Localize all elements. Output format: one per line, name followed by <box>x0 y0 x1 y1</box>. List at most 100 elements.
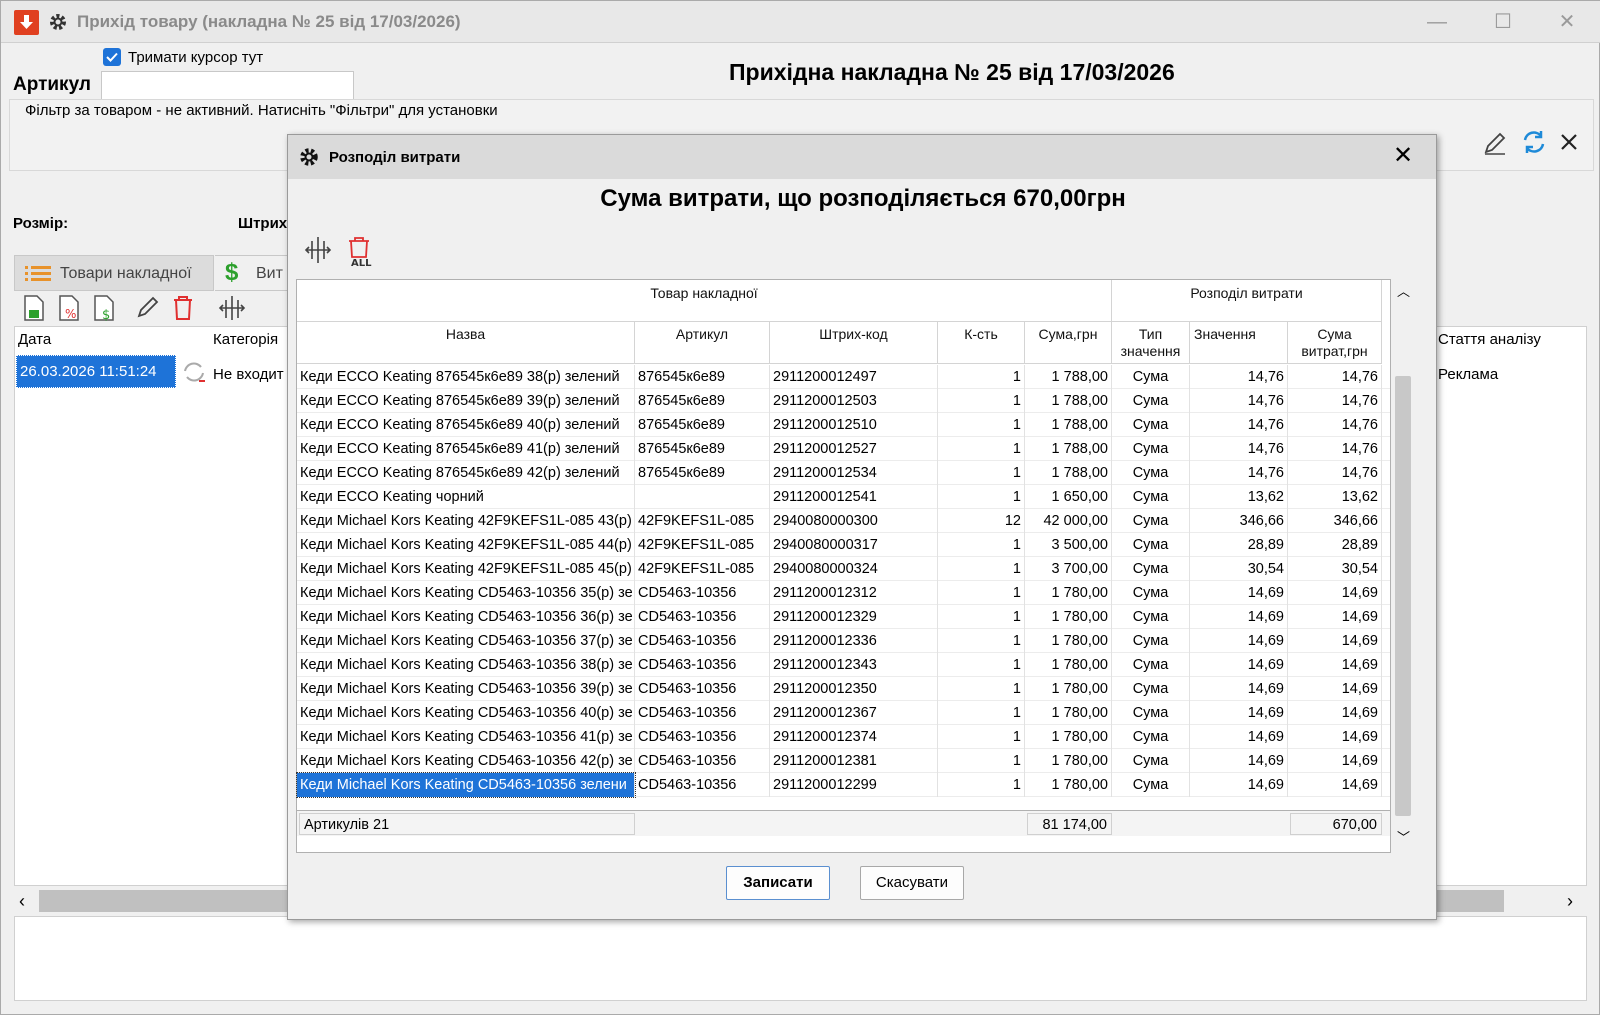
cell-cost[interactable]: 14,69 <box>1288 581 1382 605</box>
cell-sum[interactable]: 1 780,00 <box>1025 653 1112 677</box>
table-row[interactable]: Кеди Michael Kors Keating CD5463-10356 4… <box>297 725 1390 749</box>
col-header-barcode[interactable]: Штрих-код <box>770 322 938 364</box>
cell-name[interactable]: Кеди Michael Kors Keating CD5463-10356 3… <box>297 581 635 605</box>
table-row[interactable]: Кеди Michael Kors Keating CD5463-10356 3… <box>297 605 1390 629</box>
cell-sum[interactable]: 42 000,00 <box>1025 509 1112 533</box>
cell-artikul[interactable]: 42F9KEFS1L-085 <box>635 557 770 581</box>
cell-artikul[interactable]: 876545к6е89 <box>635 389 770 413</box>
cell-barcode[interactable]: 2911200012367 <box>770 701 938 725</box>
cell-artikul[interactable]: 42F9KEFS1L-085 <box>635 533 770 557</box>
cell-barcode[interactable]: 2911200012312 <box>770 581 938 605</box>
cell-qty[interactable]: 1 <box>938 773 1025 797</box>
cell-type[interactable]: Сума <box>1112 365 1190 389</box>
bg-row-analysis[interactable]: Реклама <box>1438 366 1498 383</box>
cell-name[interactable]: Кеди Michael Kors Keating CD5463-10356 4… <box>297 725 635 749</box>
cell-sum[interactable]: 1 788,00 <box>1025 365 1112 389</box>
cell-qty[interactable]: 1 <box>938 653 1025 677</box>
cell-barcode[interactable]: 2911200012350 <box>770 677 938 701</box>
cell-type[interactable]: Сума <box>1112 605 1190 629</box>
cell-qty[interactable]: 1 <box>938 533 1025 557</box>
cell-value[interactable]: 14,76 <box>1190 437 1288 461</box>
doc-percent-icon[interactable]: % <box>56 294 82 322</box>
scroll-down-icon[interactable]: ﹀ <box>1397 827 1410 846</box>
cell-cost[interactable]: 14,69 <box>1288 605 1382 629</box>
cell-qty[interactable]: 1 <box>938 557 1025 581</box>
cell-type[interactable]: Сума <box>1112 581 1190 605</box>
cell-value[interactable]: 14,69 <box>1190 677 1288 701</box>
scroll-right-icon[interactable]: › <box>1567 891 1573 912</box>
cell-sum[interactable]: 1 788,00 <box>1025 437 1112 461</box>
cell-name[interactable]: Кеди Michael Kors Keating CD5463-10356 3… <box>297 629 635 653</box>
cell-cost[interactable]: 346,66 <box>1288 509 1382 533</box>
table-row[interactable]: Кеди Michael Kors Keating 42F9KEFS1L-085… <box>297 509 1390 533</box>
cell-artikul[interactable]: 876545к6е89 <box>635 437 770 461</box>
cell-type[interactable]: Сума <box>1112 773 1190 797</box>
cell-name[interactable]: Кеди Michael Kors Keating CD5463-10356 з… <box>296 772 636 798</box>
table-row[interactable]: Кеди Michael Kors Keating CD5463-10356 3… <box>297 653 1390 677</box>
cell-cost[interactable]: 14,76 <box>1288 365 1382 389</box>
cell-name[interactable]: Кеди Michael Kors Keating CD5463-10356 3… <box>297 605 635 629</box>
cell-type[interactable]: Сума <box>1112 413 1190 437</box>
cell-cost[interactable]: 14,76 <box>1288 437 1382 461</box>
cell-cost[interactable]: 28,89 <box>1288 533 1382 557</box>
cell-sum[interactable]: 3 700,00 <box>1025 557 1112 581</box>
col-header-value[interactable]: Значення <box>1190 322 1288 364</box>
table-row[interactable]: Кеди Michael Kors Keating CD5463-10356 3… <box>297 677 1390 701</box>
cell-barcode[interactable]: 2911200012381 <box>770 749 938 773</box>
cell-name[interactable]: Кеди Michael Kors Keating CD5463-10356 3… <box>297 677 635 701</box>
pencil-icon[interactable] <box>1482 130 1508 156</box>
table-row[interactable]: Кеди Michael Kors Keating 42F9KEFS1L-085… <box>297 557 1390 581</box>
cell-sum[interactable]: 1 780,00 <box>1025 677 1112 701</box>
cell-value[interactable]: 13,62 <box>1190 485 1288 509</box>
cell-cost[interactable]: 13,62 <box>1288 485 1382 509</box>
dialog-close-icon[interactable]: ✕ <box>1391 144 1415 169</box>
cell-barcode[interactable]: 2911200012329 <box>770 605 938 629</box>
table-row[interactable]: Кеди Michael Kors Keating CD5463-10356 3… <box>297 581 1390 605</box>
cell-barcode[interactable]: 2940080000324 <box>770 557 938 581</box>
cell-cost[interactable]: 14,76 <box>1288 389 1382 413</box>
table-row[interactable]: Кеди Michael Kors Keating CD5463-10356 з… <box>296 772 1390 798</box>
tab-invoice-goods[interactable]: Товари накладної <box>14 255 214 291</box>
cell-type[interactable]: Сума <box>1112 557 1190 581</box>
cell-sum[interactable]: 1 780,00 <box>1025 629 1112 653</box>
cell-name[interactable]: Кеди Michael Kors Keating CD5463-10356 3… <box>297 653 635 677</box>
cell-type[interactable]: Сума <box>1112 485 1190 509</box>
cell-barcode[interactable]: 2911200012299 <box>770 773 938 797</box>
cell-barcode[interactable]: 2911200012541 <box>770 485 938 509</box>
cell-sum[interactable]: 1 788,00 <box>1025 461 1112 485</box>
cell-name[interactable]: Кеди Michael Kors Keating 42F9KEFS1L-085… <box>297 509 635 533</box>
hold-cursor-checkbox[interactable] <box>103 48 121 66</box>
cell-cost[interactable]: 30,54 <box>1288 557 1382 581</box>
cell-artikul[interactable]: CD5463-10356 <box>635 629 770 653</box>
cell-cost[interactable]: 14,69 <box>1288 773 1382 797</box>
cell-barcode[interactable]: 2911200012343 <box>770 653 938 677</box>
table-row[interactable]: Кеди ECCO Keating 876545к6е89 40(р) зеле… <box>297 413 1390 437</box>
cell-cost[interactable]: 14,76 <box>1288 461 1382 485</box>
cell-barcode[interactable]: 2940080000300 <box>770 509 938 533</box>
cell-artikul[interactable]: 876545к6е89 <box>635 413 770 437</box>
cell-artikul[interactable]: CD5463-10356 <box>635 653 770 677</box>
cell-name[interactable]: Кеди ECCO Keating чорний <box>297 485 635 509</box>
split-distribute-icon[interactable] <box>217 294 247 322</box>
cell-qty[interactable]: 1 <box>938 629 1025 653</box>
cell-type[interactable]: Сума <box>1112 653 1190 677</box>
cell-type[interactable]: Сума <box>1112 749 1190 773</box>
cell-cost[interactable]: 14,69 <box>1288 749 1382 773</box>
cell-sum[interactable]: 3 500,00 <box>1025 533 1112 557</box>
cell-sum[interactable]: 1 788,00 <box>1025 413 1112 437</box>
scroll-left-icon[interactable]: ‹ <box>19 891 25 912</box>
cell-type[interactable]: Сума <box>1112 701 1190 725</box>
cell-name[interactable]: Кеди ECCO Keating 876545к6е89 41(р) зеле… <box>297 437 635 461</box>
recalc-icon[interactable] <box>181 359 207 385</box>
grid-vertical-scrollbar[interactable]: ︿ ﹀ <box>1392 279 1414 853</box>
split-distribute-icon[interactable] <box>303 235 333 265</box>
doc-money-icon[interactable]: $ <box>91 294 117 322</box>
trash-icon[interactable] <box>171 294 195 322</box>
cell-qty[interactable]: 1 <box>938 581 1025 605</box>
cell-qty[interactable]: 1 <box>938 389 1025 413</box>
cell-type[interactable]: Сума <box>1112 461 1190 485</box>
cell-type[interactable]: Сума <box>1112 509 1190 533</box>
delete-all-icon[interactable]: ALL <box>346 235 374 267</box>
edit-pencil-icon[interactable] <box>135 294 161 320</box>
cell-value[interactable]: 14,69 <box>1190 605 1288 629</box>
